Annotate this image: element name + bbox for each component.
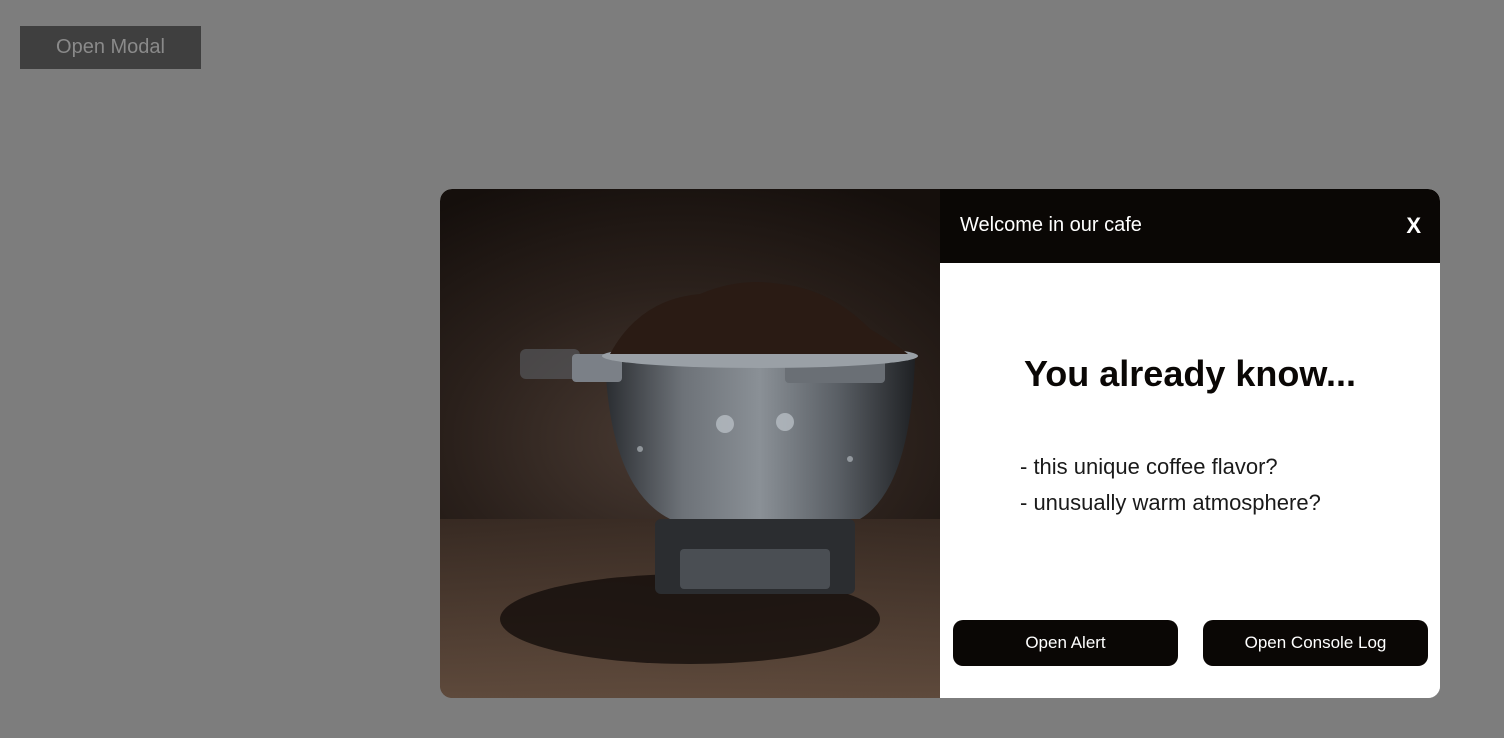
modal-title: Welcome in our cafe — [960, 214, 1142, 236]
modal-header: Welcome in our cafe X — [940, 189, 1440, 263]
modal-content-panel: Welcome in our cafe X You already know..… — [940, 189, 1440, 698]
feature-item-flavor: - this unique coffee flavor? — [1020, 454, 1278, 479]
modal-heading: You already know... — [1023, 353, 1357, 394]
feature-list: - this unique coffee flavor? - unusually… — [1020, 453, 1321, 525]
coffee-portafilter-image — [440, 189, 940, 698]
open-console-log-button[interactable]: Open Console Log — [1203, 620, 1428, 666]
open-modal-button[interactable]: Open Modal — [20, 26, 201, 69]
open-alert-button[interactable]: Open Alert — [953, 620, 1178, 666]
coffee-portafilter-icon — [440, 281, 940, 698]
feature-item-atmosphere: - unusually warm atmosphere? — [1020, 490, 1321, 515]
close-button[interactable]: X — [1406, 215, 1421, 237]
welcome-modal: Welcome in our cafe X You already know..… — [440, 189, 1440, 698]
